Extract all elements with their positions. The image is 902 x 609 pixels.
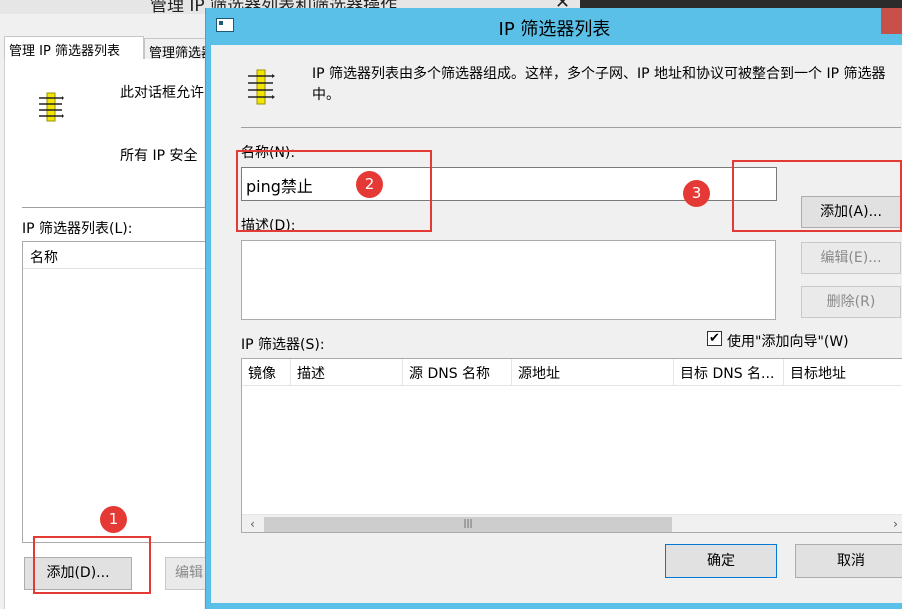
cancel-button[interactable]: 取消 [795,544,902,578]
filter-list-icon [248,69,275,105]
column-header-description[interactable]: 描述 [291,359,403,386]
scroll-left-icon[interactable]: ‹ [244,515,261,532]
ip-filters-table[interactable]: 镜像 描述 源 DNS 名称 源地址 目标 DNS 名... 目标地址 ‹ ||… [241,358,902,533]
table-header: 镜像 描述 源 DNS 名称 源地址 目标 DNS 名... 目标地址 [242,359,902,386]
horizontal-scrollbar[interactable]: ‹ ||| › [242,514,902,532]
annotation-badge-2: 2 [356,171,383,198]
ip-filter-list-label: IP 筛选器列表(L): [22,221,133,237]
annotation-box-2 [236,150,432,232]
edit-filter-list-button[interactable]: 编辑 [165,557,205,590]
annotation-badge-1: 1 [100,506,127,533]
background-description-line1: 此对话框允许 [120,85,204,101]
ip-filter-list[interactable]: 名称 [22,241,213,543]
edit-button[interactable]: 编辑(E)... [801,242,901,274]
separator [241,127,901,128]
scrollbar-thumb[interactable]: ||| [264,517,672,532]
dialog-content: IP 筛选器列表由多个筛选器组成。这样，多个子网、IP 地址和协议可被整合到一个… [211,45,902,603]
ip-filter-list-dialog: IP 筛选器列表 IP 筛选器列表由多个筛选器组成。这样，多个子网、IP 地址和… [205,8,902,609]
annotation-box-3 [732,160,902,232]
close-button[interactable] [881,8,902,34]
ip-filters-label: IP 筛选器(S): [241,337,325,353]
dialog-title: IP 筛选器列表 [498,19,611,40]
column-header-mirror[interactable]: 镜像 [242,359,291,386]
description-textarea[interactable] [241,240,776,320]
tab-manage-ip-filter-lists[interactable]: 管理 IP 筛选器列表 [4,36,144,60]
filter-list-icon [39,92,64,122]
dialog-titlebar[interactable]: IP 筛选器列表 [206,8,902,45]
use-wizard-checkbox[interactable]: ✔ [707,331,722,346]
column-header-name[interactable]: 名称 [23,242,213,269]
column-header-source-dns[interactable]: 源 DNS 名称 [403,359,512,386]
separator [22,207,212,208]
tab-manage-filter-actions[interactable]: 管理筛选器操作 [144,38,214,59]
scroll-right-icon[interactable]: › [887,515,902,532]
intro-description: IP 筛选器列表由多个筛选器组成。这样，多个子网、IP 地址和协议可被整合到一个… [312,66,886,103]
remove-button[interactable]: 删除(R) [801,286,901,318]
column-header-dest-address[interactable]: 目标地址 [784,359,902,386]
ok-button[interactable]: 确定 [665,544,777,578]
use-wizard-label[interactable]: 使用"添加向导"(W) [727,331,849,351]
annotation-badge-3: 3 [683,180,710,207]
column-header-source-address[interactable]: 源地址 [512,359,674,386]
background-description-line2: 所有 IP 安全 [120,148,198,164]
annotation-box-1 [33,536,151,594]
column-header-dest-dns[interactable]: 目标 DNS 名... [674,359,784,386]
